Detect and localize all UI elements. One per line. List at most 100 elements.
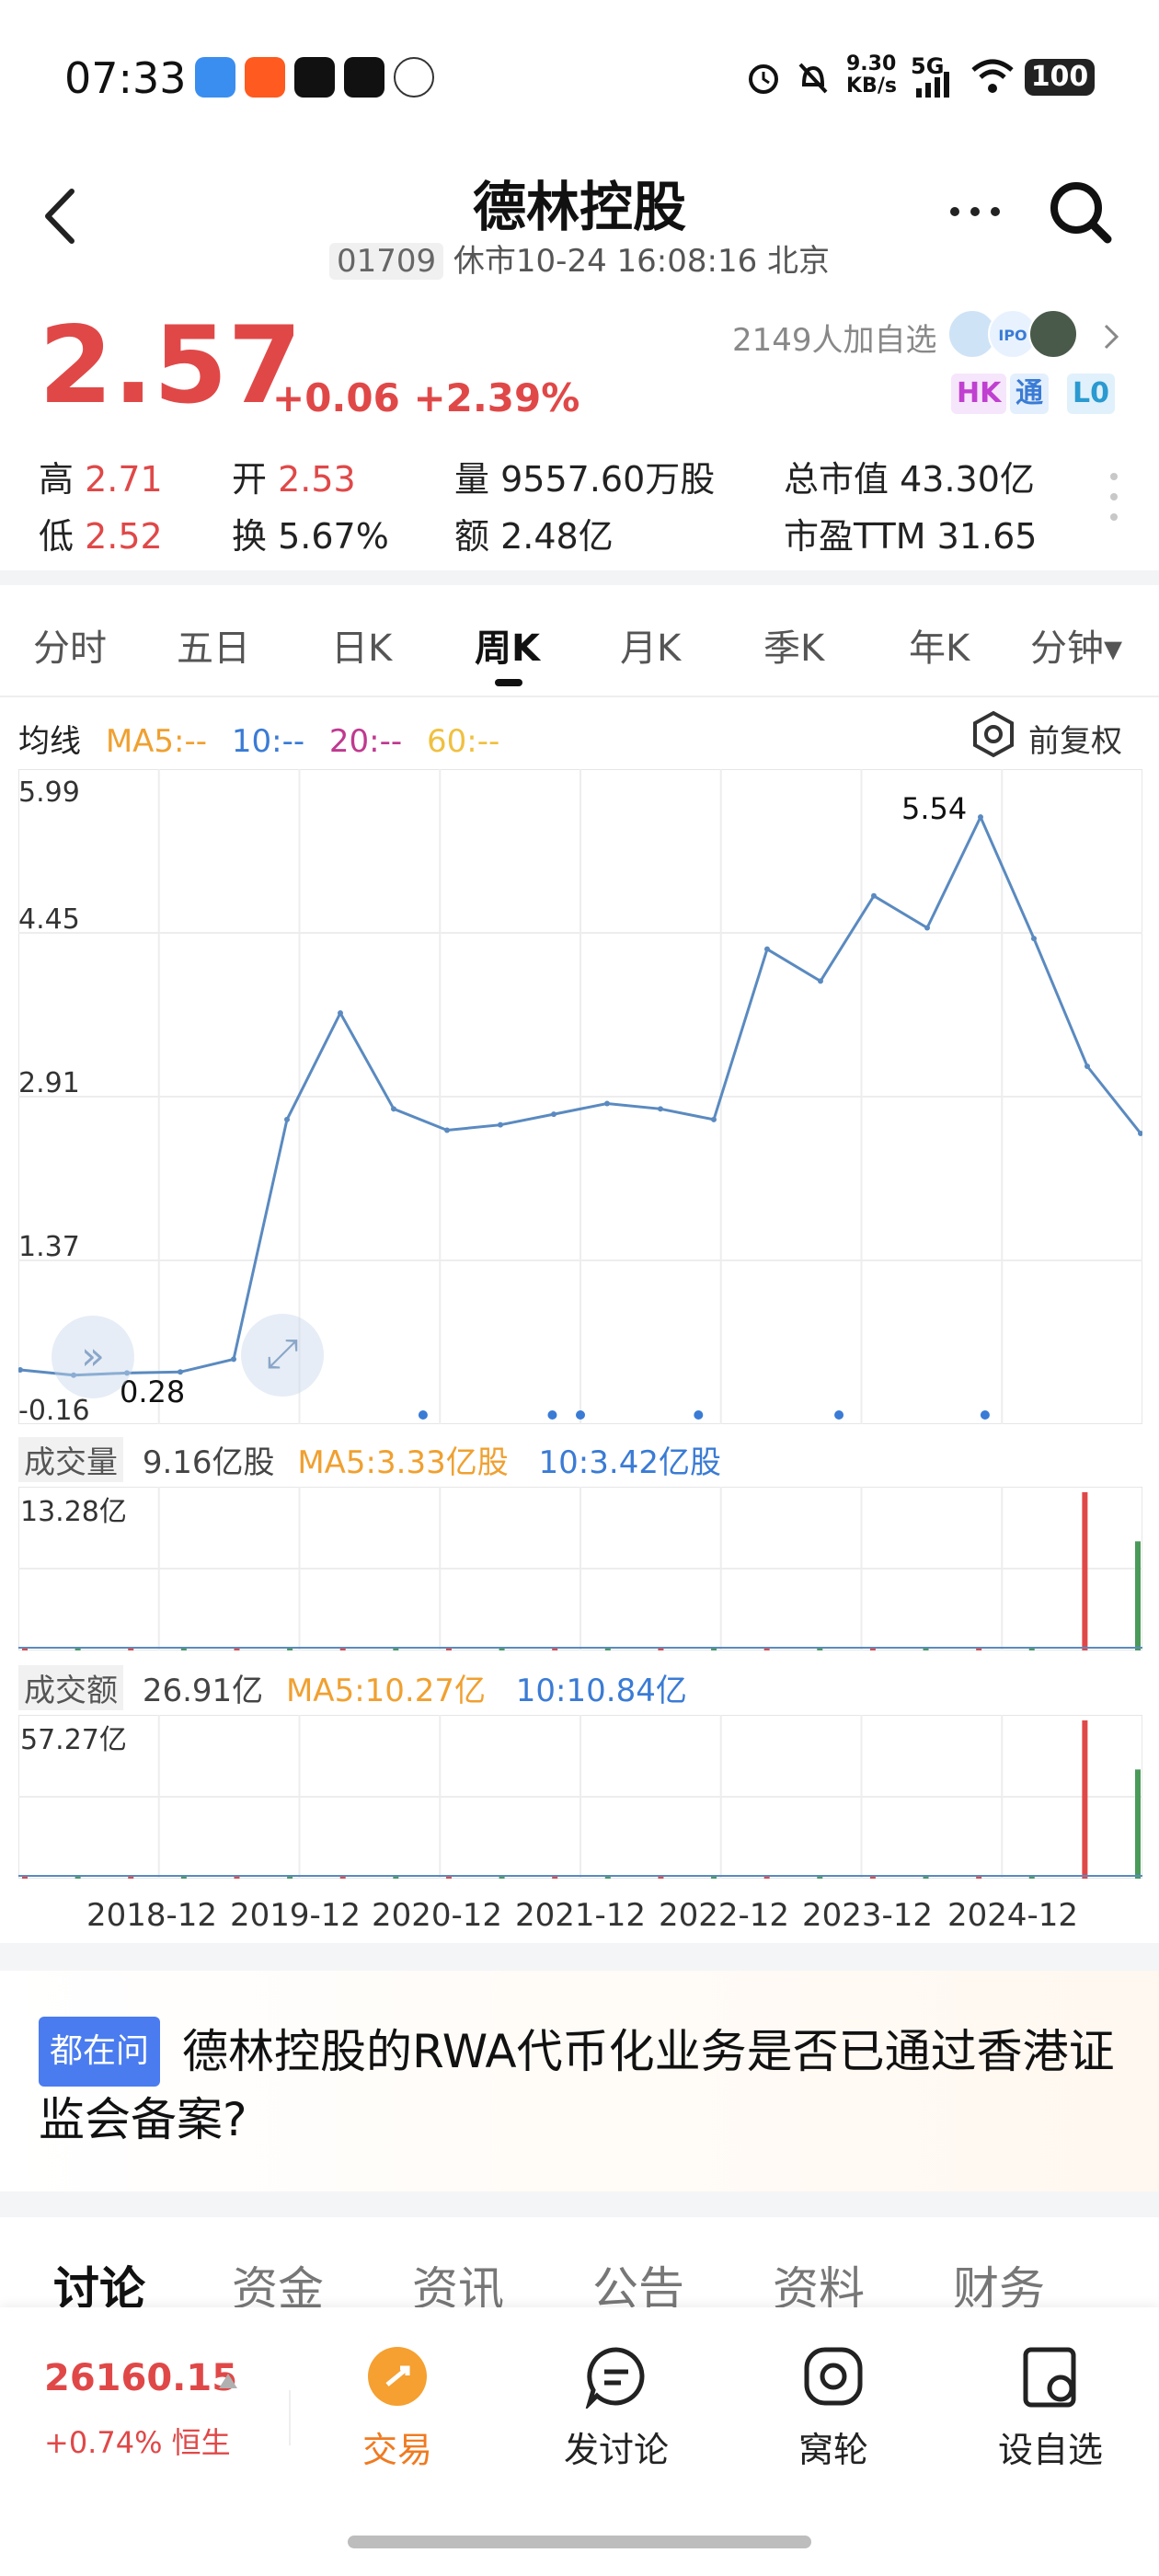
price-axis-label: 5.99 (18, 776, 80, 809)
price-point (1084, 1064, 1090, 1070)
trade-icon (368, 2347, 427, 2406)
tab-quarterly-k[interactable]: 季K (763, 618, 824, 672)
qa-question-text: 德林控股的RWA代币化业务是否已通过香港证监会备案? (39, 2025, 1115, 2146)
min-price-label: 0.28 (120, 1374, 186, 1409)
volume-bar (711, 1649, 717, 1650)
settings-hex-icon[interactable] (970, 710, 1017, 758)
tab-weekly-k[interactable]: 周K (475, 618, 540, 672)
tab-minute[interactable]: 分钟▾ (1030, 618, 1122, 672)
post-discussion-button[interactable]: 发讨论 (524, 2344, 708, 2472)
volume-bar (22, 1649, 28, 1650)
amount-chart[interactable] (18, 1715, 1142, 1879)
watcher-avatars[interactable]: IPO (947, 309, 1085, 361)
price-axis-label: 2.91 (18, 1067, 80, 1099)
chevron-right-icon[interactable] (1100, 320, 1122, 353)
trade-button[interactable]: 交易 (305, 2344, 489, 2472)
event-marker (834, 1410, 844, 1420)
volume-bar (128, 1649, 134, 1650)
volume-bar (763, 1649, 770, 1650)
scroll-left-button[interactable]: » (52, 1316, 134, 1398)
x-axis-label: 2022-12 (659, 1897, 790, 1934)
level-badge: L0 (1067, 374, 1115, 414)
tab-intraday[interactable]: 分时 (33, 618, 107, 672)
volume-bar (75, 1649, 81, 1650)
fullscreen-button[interactable]: ⤢ (241, 1314, 324, 1397)
hk-badge: HK (951, 374, 1007, 414)
stock-code: 01709 (328, 243, 444, 280)
ma10-value: 10:-- (231, 723, 305, 760)
more-dots-icon[interactable] (947, 202, 1003, 221)
volume-bar (711, 1877, 717, 1879)
price-point (764, 946, 770, 952)
price-point (18, 1366, 23, 1373)
bar-separator (289, 2390, 291, 2445)
volume-bar (869, 1649, 876, 1650)
tab-divider (0, 696, 1159, 697)
connect-badge: 通 (1010, 374, 1049, 414)
amount-ma10: 10:10.84亿 (515, 1673, 687, 1709)
tiktok-notification-icon (344, 57, 384, 98)
hsi-index-change[interactable]: +0.74% 恒生 (44, 2420, 231, 2462)
status-bar: 07:33 9.30 KB/s 5G 100 (0, 0, 1159, 138)
volume-bar (22, 1877, 28, 1879)
volume-bar (499, 1877, 505, 1879)
volume-bar (339, 1877, 346, 1879)
more-vertical-icon[interactable] (1107, 469, 1120, 524)
volume-bar (287, 1877, 293, 1879)
price-point (444, 1127, 450, 1133)
stat-mktcap: 总市值 43.30亿 (784, 459, 1035, 500)
price-point (284, 1116, 290, 1122)
volume-bar (552, 1877, 558, 1879)
volume-bar (234, 1649, 240, 1650)
tab-yearly-k[interactable]: 年K (909, 618, 970, 672)
signal-icon (916, 72, 949, 98)
qq-notification-icon (394, 57, 434, 98)
volume-chart[interactable] (18, 1487, 1142, 1650)
amount-legend[interactable]: 成交额 26.91亿 MA5:10.27亿 10:10.84亿 (18, 1665, 687, 1710)
avatar (1028, 309, 1078, 359)
price-point (338, 1010, 343, 1017)
hsi-index-value[interactable]: 26160.15 (44, 2357, 237, 2399)
qa-tag: 都在问 (39, 2017, 161, 2087)
volume-bar (499, 1649, 505, 1650)
volume-bar (658, 1649, 664, 1650)
add-watchlist-button[interactable]: 设自选 (958, 2344, 1142, 2472)
price-point (978, 814, 983, 821)
amount-label: 成交额 (18, 1665, 123, 1710)
discussion-icon (584, 2347, 645, 2411)
tab-daily-k[interactable]: 日K (331, 618, 392, 672)
price-chart[interactable] (18, 769, 1142, 1424)
volume-bar (976, 1877, 982, 1879)
price-point (391, 1106, 396, 1112)
amount-axis-max: 57.27亿 (20, 1724, 127, 1756)
volume-legend[interactable]: 成交量 9.16亿股 MA5:3.33亿股 10:3.42亿股 (18, 1437, 721, 1482)
tab-five-day[interactable]: 五日 (177, 618, 250, 672)
home-indicator[interactable] (348, 2536, 811, 2548)
trade-label: 交易 (361, 2430, 432, 2470)
volume-bar (128, 1877, 134, 1879)
adjust-mode[interactable]: 前复权 (1028, 716, 1122, 761)
price-point (924, 925, 930, 931)
volume-bar (393, 1877, 399, 1879)
x-axis-label: 2023-12 (802, 1897, 934, 1934)
add-watchlist-label: 设自选 (997, 2430, 1103, 2470)
volume-bar (658, 1877, 664, 1879)
volume-bar (445, 1649, 452, 1650)
qa-question[interactable]: 都在问 德林控股的RWA代币化业务是否已通过香港证监会备案? (39, 2017, 1124, 2153)
stock-header: 德林控股 01709 休市10-24 16:08:16 北京 (0, 147, 1159, 285)
volume-bar (180, 1649, 187, 1650)
volume-bar (923, 1877, 929, 1879)
ma-legend[interactable]: 均线 MA5:-- 10:-- 20:-- 60:-- (18, 716, 514, 761)
watchers-count[interactable]: 2149人加自选 (732, 315, 937, 360)
x-axis-label: 2020-12 (372, 1897, 503, 1934)
price-point (551, 1111, 557, 1118)
volume-bar (923, 1649, 929, 1650)
volume-bar (1028, 1877, 1035, 1879)
warrant-icon (804, 2347, 863, 2406)
volume-bar (817, 1649, 823, 1650)
tab-monthly-k[interactable]: 月K (620, 618, 681, 672)
warrant-button[interactable]: 窝轮 (741, 2344, 925, 2472)
search-icon[interactable] (1047, 178, 1117, 248)
volume-bar (180, 1877, 187, 1879)
qa-card[interactable]: 都在问 德林控股的RWA代币化业务是否已通过香港证监会备案? (0, 1971, 1159, 2191)
